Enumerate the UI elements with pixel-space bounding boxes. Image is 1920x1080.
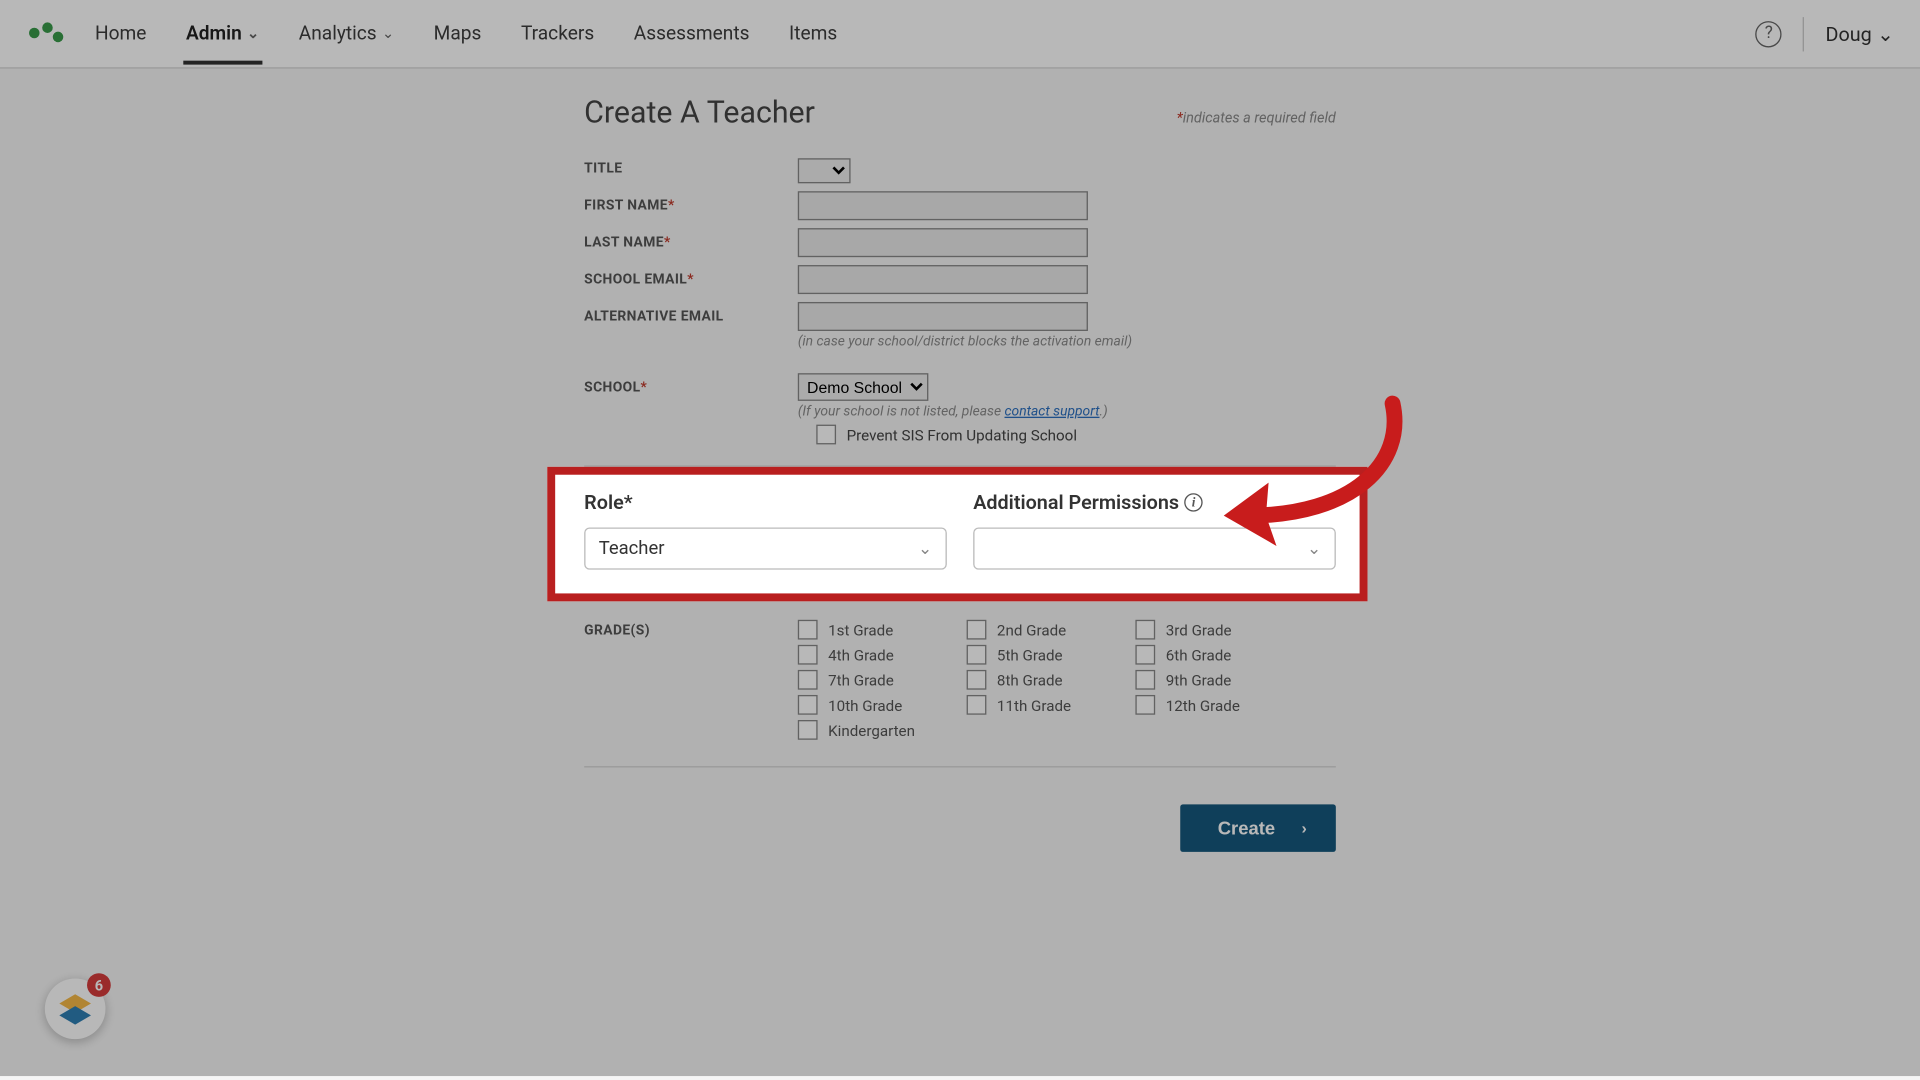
grade-label: 6th Grade [1166, 646, 1232, 664]
grade-10-checkbox[interactable] [798, 695, 818, 715]
grade-label: 12th Grade [1166, 696, 1240, 714]
alt-email-label: ALTERNATIVE EMAIL [584, 307, 798, 324]
grade-label: 11th Grade [997, 696, 1071, 714]
grade-9-checkbox[interactable] [1135, 670, 1155, 690]
notification-badge: 6 [87, 973, 111, 997]
grade-4-checkbox[interactable] [798, 645, 818, 665]
info-icon[interactable]: i [1184, 493, 1202, 511]
grade-5-checkbox[interactable] [967, 645, 987, 665]
role-select[interactable]: Teacher ⌄ [584, 527, 947, 569]
nav-admin[interactable]: Admin⌄ [183, 3, 262, 64]
title-select[interactable] [798, 158, 851, 183]
grade-7-checkbox[interactable] [798, 670, 818, 690]
grade-label: 5th Grade [997, 646, 1063, 664]
top-nav: Home Admin⌄ Analytics⌄ Maps Trackers Ass… [0, 0, 1920, 69]
alt-email-input[interactable] [798, 301, 1088, 330]
grades-label: GRADE(S) [584, 620, 798, 740]
create-button[interactable]: Create › [1181, 804, 1336, 851]
required-note: **indicates a required fieldindicates a … [1177, 109, 1336, 126]
nav-trackers[interactable]: Trackers [518, 3, 597, 64]
grade-label: 9th Grade [1166, 671, 1232, 689]
first-name-input[interactable] [798, 191, 1088, 220]
last-name-input[interactable] [798, 227, 1088, 256]
school-hint: (If your school is not listed, please co… [798, 402, 1336, 419]
prevent-sis-checkbox[interactable] [816, 425, 836, 445]
grade-8-checkbox[interactable] [967, 670, 987, 690]
page-content: Create A Teacher **indicates a required … [0, 69, 1920, 905]
alt-email-hint: (in case your school/district blocks the… [798, 332, 1336, 349]
school-email-input[interactable] [798, 264, 1088, 293]
grade-6-checkbox[interactable] [1135, 645, 1155, 665]
grade-label: Kindergarten [828, 721, 915, 739]
last-name-label: LAST NAME* [584, 233, 798, 250]
divider [1803, 16, 1804, 50]
school-label: SCHOOL* [584, 378, 798, 395]
grade-3-checkbox[interactable] [1135, 620, 1155, 640]
role-label: Role* [584, 491, 947, 515]
grade-label: 2nd Grade [997, 620, 1066, 638]
app-logo[interactable] [26, 18, 66, 50]
user-menu[interactable]: Doug ⌄ [1826, 22, 1894, 46]
chevron-down-icon: ⌄ [918, 539, 932, 559]
chevron-down-icon: ⌄ [1307, 539, 1321, 559]
grade-2-checkbox[interactable] [967, 620, 987, 640]
permissions-select[interactable]: ⌄ [973, 527, 1336, 569]
contact-support-link[interactable]: contact support [1004, 402, 1099, 419]
nav-items-link[interactable]: Items [786, 3, 840, 64]
school-email-label: SCHOOL EMAIL* [584, 270, 798, 287]
section-divider [584, 766, 1336, 767]
chevron-down-icon: ⌄ [382, 24, 394, 41]
nav-analytics[interactable]: Analytics⌄ [296, 3, 397, 64]
prevent-sis-label: Prevent SIS From Updating School [847, 425, 1077, 443]
chevron-right-icon: › [1302, 819, 1307, 837]
grade-12-checkbox[interactable] [1135, 695, 1155, 715]
title-label: TITLE [584, 160, 798, 177]
grade-label: 4th Grade [828, 646, 894, 664]
nav-home[interactable]: Home [92, 3, 149, 64]
chevron-down-icon: ⌄ [247, 24, 259, 41]
permissions-label: Additional Permissions i [973, 491, 1336, 515]
grades-grid: 1st Grade 2nd Grade 3rd Grade 4th Grade … [798, 620, 1304, 740]
nav-right: ? Doug ⌄ [1756, 16, 1894, 50]
grade-label: 7th Grade [828, 671, 894, 689]
first-name-label: FIRST NAME* [584, 196, 798, 213]
chevron-down-icon: ⌄ [1877, 22, 1894, 46]
grade-k-checkbox[interactable] [798, 720, 818, 740]
grade-label: 1st Grade [828, 620, 893, 638]
grade-label: 3rd Grade [1166, 620, 1232, 638]
school-select[interactable]: Demo School [798, 373, 929, 401]
help-icon[interactable]: ? [1756, 20, 1782, 46]
grade-1-checkbox[interactable] [798, 620, 818, 640]
help-widget[interactable]: 6 [45, 978, 106, 1039]
grade-11-checkbox[interactable] [967, 695, 987, 715]
grade-label: 8th Grade [997, 671, 1063, 689]
nav-maps[interactable]: Maps [431, 3, 484, 64]
grade-label: 10th Grade [828, 696, 902, 714]
page-title: Create A Teacher [584, 95, 815, 131]
nav-items: Home Admin⌄ Analytics⌄ Maps Trackers Ass… [92, 3, 1755, 64]
nav-assessments[interactable]: Assessments [631, 3, 752, 64]
